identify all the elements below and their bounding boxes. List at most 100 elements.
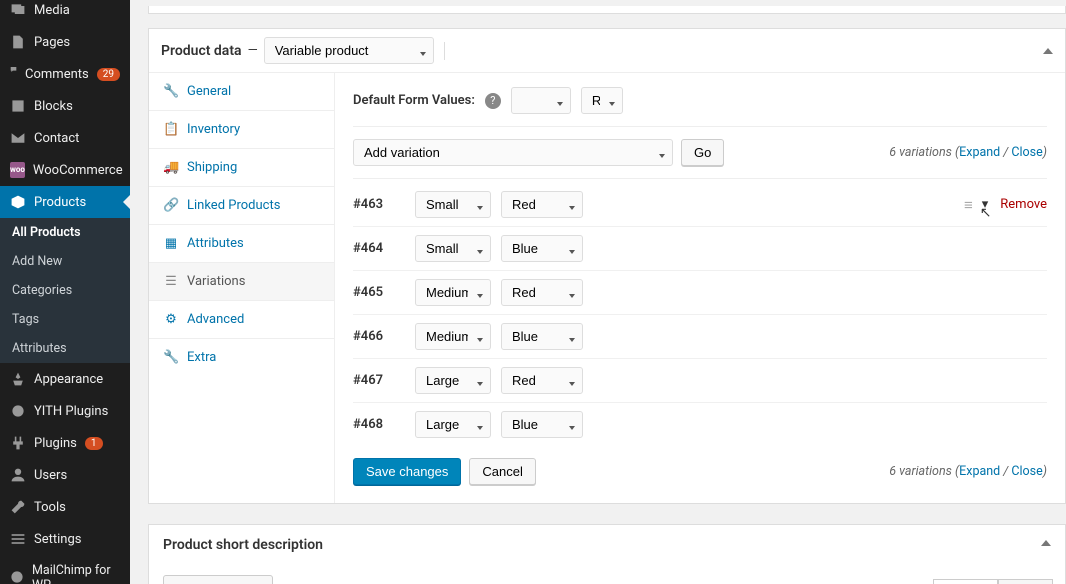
variation-size-select[interactable]: Small — [415, 235, 491, 262]
sidebar-item-plugins[interactable]: Plugins 1 — [0, 427, 130, 459]
woo-icon: woo — [10, 162, 25, 178]
close-link[interactable]: Close — [1011, 145, 1042, 160]
blocks-icon — [10, 98, 26, 114]
sidebar-item-users[interactable]: Users — [0, 459, 130, 491]
tab-general[interactable]: 🔧General — [149, 73, 334, 111]
cancel-button[interactable]: Cancel — [469, 458, 535, 485]
tab-shipping[interactable]: 🚚 Shipping — [149, 149, 334, 187]
text-tab[interactable]: Text — [998, 579, 1053, 584]
tab-advanced[interactable]: ⚙ Advanced — [149, 301, 334, 339]
remove-link[interactable]: Remove — [1000, 197, 1047, 212]
mailchimp-icon — [10, 570, 24, 584]
sidebar-item-settings[interactable]: Settings — [0, 523, 130, 555]
short-description-panel: Product short description 📷Add Media Vis… — [148, 524, 1066, 584]
sidebar-item-yith[interactable]: YITH Plugins — [0, 395, 130, 427]
sidebar-item-products[interactable]: Products — [0, 186, 130, 218]
variation-id: #468 — [353, 417, 405, 432]
plugins-icon — [10, 435, 26, 451]
variation-id: #463 — [353, 197, 405, 212]
sidebar-item-media[interactable]: Media — [0, 0, 130, 26]
settings-icon — [10, 531, 26, 547]
visual-tab[interactable]: Visual — [933, 579, 999, 584]
sidebar-item-appearance[interactable]: Appearance — [0, 363, 130, 395]
variation-color-select[interactable]: Blue — [501, 411, 583, 438]
default-values-label: Default Form Values: — [353, 93, 475, 108]
sidebar-item-label: Users — [34, 468, 67, 483]
variation-row[interactable]: #463 Small Red ≡ ▾↖ Remove — [353, 183, 1047, 227]
title-dash: — — [248, 43, 258, 58]
variation-color-select[interactable]: Red — [501, 279, 583, 306]
add-media-button[interactable]: 📷Add Media — [163, 575, 273, 584]
variation-size-select[interactable]: Large — [415, 411, 491, 438]
default-attr-1-select[interactable] — [511, 87, 571, 114]
sidebar-item-tools[interactable]: Tools — [0, 491, 130, 523]
variation-row[interactable]: #466 Medium Blue — [353, 315, 1047, 359]
add-variation-select[interactable]: Add variation — [353, 139, 673, 166]
product-type-select[interactable]: Variable product — [264, 37, 434, 64]
sidebar-sub-all-products[interactable]: All Products — [0, 218, 130, 247]
panel-toggle-icon[interactable] — [1041, 540, 1051, 546]
save-changes-button[interactable]: Save changes — [353, 458, 461, 485]
tab-label: Linked Products — [187, 198, 280, 213]
list-icon: ☰ — [163, 274, 179, 289]
sidebar-sub-attributes[interactable]: Attributes — [0, 334, 130, 363]
tab-label: Variations — [187, 274, 245, 289]
truck-icon: 🚚 — [163, 160, 179, 175]
sidebar-item-pages[interactable]: Pages — [0, 26, 130, 58]
tools-icon — [10, 499, 26, 515]
variation-size-select[interactable]: Large — [415, 367, 491, 394]
product-data-panel: Product data — Variable product 🔧General… — [148, 28, 1066, 504]
sidebar-item-label: Settings — [34, 532, 81, 547]
drag-handle-icon[interactable]: ≡ — [964, 196, 970, 214]
expand-link[interactable]: Expand — [959, 145, 1000, 160]
variation-id: #466 — [353, 329, 405, 344]
variations-content: Default Form Values: ? Red Add variation… — [335, 73, 1065, 503]
sidebar-sub-categories[interactable]: Categories — [0, 276, 130, 305]
comments-icon — [10, 66, 17, 82]
variation-color-select[interactable]: Blue — [501, 235, 583, 262]
tab-label: Inventory — [187, 122, 240, 137]
tab-label: Shipping — [187, 160, 237, 175]
tab-attributes[interactable]: ▦Attributes — [149, 225, 334, 263]
sidebar-item-mailchimp[interactable]: MailChimp for WP — [0, 555, 130, 584]
expand-link[interactable]: Expand — [959, 464, 1000, 479]
variation-size-select[interactable]: Small — [415, 191, 491, 218]
tab-inventory[interactable]: 📋 Inventory — [149, 111, 334, 149]
sidebar-sub-tags[interactable]: Tags — [0, 305, 130, 334]
variation-row[interactable]: #467 Large Red — [353, 359, 1047, 403]
tab-linked[interactable]: 🔗Linked Products — [149, 187, 334, 225]
variation-row[interactable]: #464 Small Blue — [353, 227, 1047, 271]
sidebar-sub-add-new[interactable]: Add New — [0, 247, 130, 276]
sidebar-item-contact[interactable]: Contact — [0, 122, 130, 154]
wrench-icon: 🔧 — [163, 350, 179, 365]
go-button[interactable]: Go — [681, 139, 724, 166]
sidebar-item-label: Media — [34, 3, 70, 18]
plugins-badge: 1 — [85, 437, 103, 450]
short-desc-title: Product short description — [163, 537, 323, 553]
variation-color-select[interactable]: Blue — [501, 323, 583, 350]
tab-label: Advanced — [187, 312, 244, 327]
sidebar-item-blocks[interactable]: Blocks — [0, 90, 130, 122]
sidebar-item-label: Comments — [25, 67, 89, 82]
grid-icon: ▦ — [163, 236, 179, 251]
variation-row[interactable]: #468 Large Blue — [353, 403, 1047, 446]
variation-color-select[interactable]: Red — [501, 191, 583, 218]
variations-count-bottom: 6 variations (Expand / Close) — [889, 464, 1047, 479]
expand-variation-icon[interactable]: ▾↖ — [982, 197, 989, 212]
close-link[interactable]: Close — [1011, 464, 1042, 479]
sidebar-item-woocommerce[interactable]: woo WooCommerce — [0, 154, 130, 186]
variation-row[interactable]: #465 Medium Red — [353, 271, 1047, 315]
panel-toggle-icon[interactable] — [1043, 48, 1053, 54]
tab-extra[interactable]: 🔧Extra — [149, 339, 334, 376]
gear-icon: ⚙ — [163, 312, 179, 327]
variation-color-select[interactable]: Red — [501, 367, 583, 394]
tab-variations[interactable]: ☰ Variations — [149, 263, 334, 301]
variation-size-select[interactable]: Medium — [415, 323, 491, 350]
clipboard-icon: 📋 — [163, 122, 179, 137]
sidebar-item-label: Contact — [34, 131, 79, 146]
variation-size-select[interactable]: Medium — [415, 279, 491, 306]
sidebar-item-comments[interactable]: Comments 29 — [0, 58, 130, 90]
default-attr-2-select[interactable]: Red — [581, 87, 623, 114]
help-icon[interactable]: ? — [485, 93, 501, 109]
sidebar-item-label: Appearance — [34, 372, 103, 387]
